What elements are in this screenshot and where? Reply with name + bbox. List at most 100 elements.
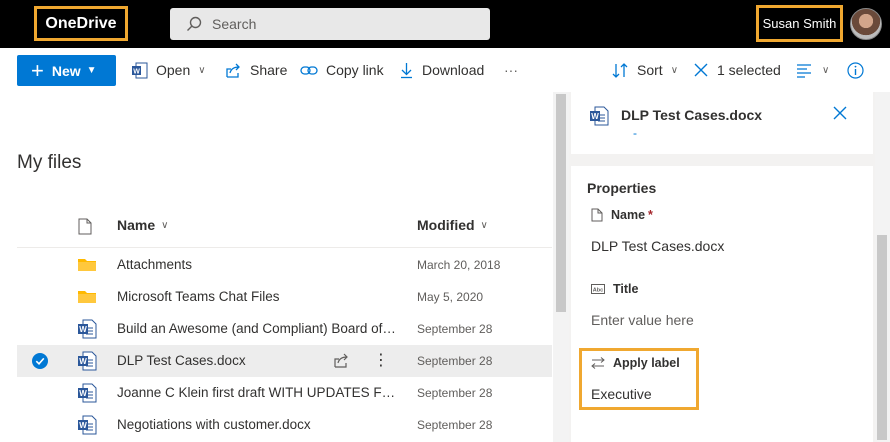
chevron-down-icon: ▼ [86,65,97,76]
word-doc-icon: W [78,351,97,371]
svg-text:W: W [79,325,87,334]
plus-icon: + [31,57,44,83]
details-subtitle[interactable]: - [633,126,637,140]
details-file-name: DLP Test Cases.docx [621,107,763,123]
svg-text:W: W [133,68,140,75]
file-name[interactable]: DLP Test Cases.docx [117,353,317,368]
view-options-button[interactable]: ∨ [796,60,829,80]
details-scrollbar[interactable] [875,92,890,442]
sort-icon [612,62,628,78]
file-modified: March 20, 2018 [417,258,501,272]
close-icon [694,63,708,77]
file-modified: September 28 [417,386,493,400]
avatar[interactable] [850,8,882,40]
more-button[interactable]: ··· [504,60,518,80]
info-button[interactable] [847,60,872,80]
open-button[interactable]: W Open ∨ [131,60,206,80]
file-name[interactable]: Build an Awesome (and Compliant) Board o… [117,321,399,336]
file-modified: September 28 [417,418,493,432]
table-row[interactable]: W Build an Awesome (and Compliant) Board… [17,313,552,345]
search-icon [187,16,202,31]
document-icon [591,208,603,222]
word-doc-icon: W [590,106,609,126]
file-type-icon[interactable] [78,218,92,235]
text-field-icon: Abc [591,284,605,294]
svg-text:W: W [591,112,599,121]
file-name[interactable]: Attachments [117,257,399,272]
top-bar: OneDrive Search Susan Smith [0,0,890,48]
share-label: Share [250,62,288,78]
file-modified: September 28 [417,354,493,368]
sort-button[interactable]: Sort ∨ [611,60,678,80]
table-row-selected[interactable]: W DLP Test Cases.docx ⋮ September 28 [17,345,552,377]
copy-link-button[interactable]: Copy link [300,60,384,80]
column-header-modified[interactable]: Modified ∨ [417,217,488,233]
table-row[interactable]: Attachments March 20, 2018 [17,249,552,281]
user-name[interactable]: Susan Smith [756,5,843,42]
download-button[interactable]: Download [399,60,484,80]
scrollbar-thumb[interactable] [556,94,566,312]
list-view-icon [797,64,811,78]
table-row[interactable]: Microsoft Teams Chat Files May 5, 2020 [17,281,552,313]
name-field-value[interactable]: DLP Test Cases.docx [591,238,724,254]
column-header-name[interactable]: Name ∨ [117,217,168,233]
word-doc-icon: W [78,319,97,339]
command-bar: + New ▼ W Open ∨ Share Copy link Downloa… [0,48,890,92]
copy-link-label: Copy link [326,62,384,78]
download-icon [401,62,412,78]
chevron-down-icon: ∨ [161,219,169,231]
share-icon [226,63,240,78]
svg-text:W: W [79,389,87,398]
required-marker: * [648,208,653,222]
name-label: Name [611,208,646,222]
new-button[interactable]: + New ▼ [17,55,116,86]
title-field-input[interactable]: Enter value here [591,312,694,328]
svg-text:W: W [79,357,87,366]
share-icon[interactable] [333,352,351,369]
search-box[interactable]: Search [170,8,490,40]
sort-label: Sort [637,62,663,78]
file-modified: September 28 [417,322,493,336]
file-name[interactable]: Negotiations with customer.docx [117,417,399,432]
checkmark-circle-icon[interactable] [32,353,48,369]
file-list-scrollbar[interactable] [553,92,569,442]
file-list-pane: My files Name ∨ Modified ∨ Attachments M… [0,92,553,442]
name-field-label: Name * [591,208,653,222]
details-header-card: W DLP Test Cases.docx - [571,92,873,154]
chevron-down-icon: ∨ [480,219,488,231]
word-icon: W [132,62,148,78]
svg-text:W: W [79,421,87,430]
properties-card: Properties Name * DLP Test Cases.docx Ab… [571,166,873,442]
properties-header: Properties [587,180,657,196]
download-label: Download [422,62,485,78]
app-brand[interactable]: OneDrive [34,6,128,41]
col-name-label: Name [117,217,156,233]
details-pane: W DLP Test Cases.docx - Properties Name … [569,92,890,442]
selection-status[interactable]: 1 selected [693,60,781,80]
title-field-label: Abc Title [591,282,638,296]
scrollbar-thumb[interactable] [877,235,887,440]
new-label: New [51,62,81,79]
open-label: Open [156,62,191,78]
info-icon [847,61,864,79]
file-name[interactable]: Joanne C Klein first draft WITH UPDATES … [117,385,399,400]
word-doc-icon: W [78,383,97,403]
table-row[interactable]: W Joanne C Klein first draft WITH UPDATE… [17,377,552,409]
close-icon[interactable] [833,106,847,120]
table-row[interactable]: W Negotiations with customer.docx Septem… [17,409,552,441]
apply-label-highlight [579,348,699,410]
folder-icon [78,259,96,271]
svg-text:Abc: Abc [593,287,603,293]
selected-label: 1 selected [717,62,781,78]
chevron-down-icon: ∨ [198,64,206,76]
title-label: Title [613,282,639,296]
more-options-icon[interactable]: ⋮ [373,350,389,370]
chevron-down-icon: ∨ [822,64,830,76]
folder-icon [78,291,96,303]
file-modified: May 5, 2020 [417,290,484,304]
file-name[interactable]: Microsoft Teams Chat Files [117,289,399,304]
link-icon [300,65,318,75]
share-button[interactable]: Share [225,60,287,80]
chevron-down-icon: ∨ [670,64,679,76]
col-modified-label: Modified [417,217,475,233]
